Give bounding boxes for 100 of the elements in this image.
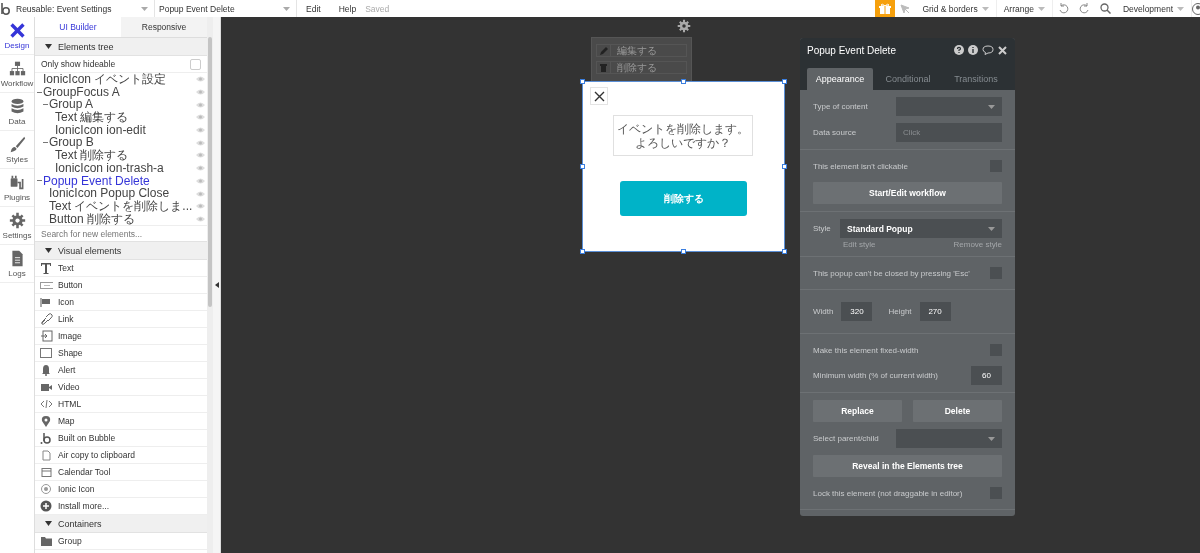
element-item[interactable]: Button xyxy=(35,277,207,295)
editor-tab[interactable]: Transitions xyxy=(943,68,1009,90)
logo-icon[interactable] xyxy=(1,2,11,15)
checkbox[interactable] xyxy=(190,58,201,70)
save-status: Saved xyxy=(365,3,390,14)
pointer-icon[interactable] xyxy=(900,3,911,14)
eye-icon[interactable] xyxy=(196,114,205,121)
element-item[interactable]: Image xyxy=(35,328,207,346)
resize-handle[interactable] xyxy=(580,164,585,169)
eye-icon[interactable] xyxy=(196,165,205,172)
nav-tab[interactable]: Data xyxy=(0,93,34,131)
section-header[interactable]: Elements tree xyxy=(35,38,207,56)
section-header[interactable]: Visual elements xyxy=(35,242,207,261)
tree-item[interactable]: GroupFocus A xyxy=(43,85,120,99)
button-icon xyxy=(40,279,53,292)
tree-item[interactable]: Group A xyxy=(49,98,94,112)
resize-handle[interactable] xyxy=(580,79,585,84)
eye-icon[interactable] xyxy=(196,203,205,210)
nav-tab[interactable]: Styles xyxy=(0,131,34,169)
tree-item[interactable]: IonicIcon イベント設定 xyxy=(43,73,167,86)
element-item[interactable]: Link xyxy=(35,311,207,329)
comment-icon[interactable] xyxy=(982,45,994,55)
element-item[interactable]: HTML xyxy=(35,396,207,414)
eye-icon[interactable] xyxy=(196,76,205,83)
menu-item[interactable]: Edit xyxy=(297,3,330,14)
eye-icon[interactable] xyxy=(196,139,205,146)
search-icon[interactable] xyxy=(1099,3,1111,14)
search-field[interactable]: Search for new elements... xyxy=(35,225,207,243)
popup[interactable]: イベントを削除します。 よろしいですか？ 削除する xyxy=(582,81,785,252)
editor-tab[interactable]: Conditional xyxy=(875,68,941,90)
dropdown-field[interactable] xyxy=(896,97,1002,116)
eye-icon[interactable] xyxy=(196,89,205,96)
tree-item[interactable]: Button 削除する xyxy=(49,212,136,226)
element-item[interactable]: Ionic Icon xyxy=(35,481,207,499)
resize-handle[interactable] xyxy=(681,79,686,84)
element-item[interactable]: Icon xyxy=(35,294,207,312)
tree-item[interactable]: IonicIcon ion-trash-a xyxy=(55,161,164,175)
nav-tab[interactable]: Workflow xyxy=(0,55,34,93)
caret-icon xyxy=(141,6,148,11)
element-item[interactable]: Alert xyxy=(35,362,207,380)
clipboard-icon xyxy=(40,449,53,462)
element-item[interactable]: Air copy to clipboard xyxy=(35,447,207,465)
close-icon[interactable] xyxy=(998,45,1007,55)
tree-item[interactable]: Text イベントを削除しま... xyxy=(49,199,193,213)
element-item[interactable]: Shape xyxy=(35,345,207,363)
nav-tab[interactable]: Settings xyxy=(0,207,34,245)
tree-item[interactable]: Popup Event Delete xyxy=(43,174,150,188)
resize-handle[interactable] xyxy=(782,79,787,84)
settings-icon[interactable] xyxy=(677,19,691,33)
nav-tab[interactable]: Design xyxy=(0,17,34,55)
gift-button[interactable] xyxy=(875,0,896,17)
menu-item[interactable]: Help xyxy=(329,3,366,14)
close-button[interactable] xyxy=(590,87,608,105)
action-button[interactable]: Replace xyxy=(813,400,902,422)
info-icon[interactable] xyxy=(968,45,978,55)
caret-icon xyxy=(988,226,995,231)
tree-item[interactable]: IonicIcon Popup Close xyxy=(49,187,170,200)
redo-icon[interactable] xyxy=(1078,3,1090,14)
help-icon[interactable] xyxy=(954,45,964,55)
style-dropdown[interactable]: Standard Popup xyxy=(840,219,1002,238)
eye-icon[interactable] xyxy=(196,101,205,108)
caret-icon xyxy=(988,436,995,441)
eye-icon[interactable] xyxy=(196,127,205,134)
number-field[interactable]: 270 xyxy=(919,302,951,321)
resize-handle[interactable] xyxy=(782,249,787,254)
element-item[interactable]: Text xyxy=(35,260,207,278)
section-header[interactable]: Containers xyxy=(35,515,207,534)
tree-item[interactable]: Text 編集する xyxy=(55,111,129,124)
scrollbar[interactable] xyxy=(208,37,212,307)
resize-handle[interactable] xyxy=(580,249,585,254)
element-item[interactable]: Calendar Tool xyxy=(35,464,207,482)
number-field[interactable]: 320 xyxy=(841,302,873,321)
eye-icon[interactable] xyxy=(196,152,205,159)
dropdown-field[interactable] xyxy=(896,429,1002,448)
tree-item[interactable]: Text 削除する xyxy=(55,149,129,162)
tree-item[interactable]: Group B xyxy=(49,136,94,150)
eye-icon[interactable] xyxy=(196,177,205,184)
resize-handle[interactable] xyxy=(782,164,787,169)
plug-icon xyxy=(8,173,26,191)
nav-tab[interactable]: Logs xyxy=(0,245,34,283)
element-item[interactable]: Map xyxy=(35,413,207,431)
element-item[interactable]: Group xyxy=(35,533,207,551)
action-button[interactable]: Delete xyxy=(913,400,1002,422)
flag-icon xyxy=(40,296,53,309)
nav-tab[interactable]: Plugins xyxy=(0,169,34,207)
editor-tab[interactable]: Appearance xyxy=(807,68,873,90)
element-item[interactable]: Built on Bubble xyxy=(35,430,207,448)
action-button[interactable]: Start/Edit workflow xyxy=(813,182,1002,204)
resize-handle[interactable] xyxy=(681,249,686,254)
number-field[interactable]: 60 xyxy=(971,366,1002,385)
undo-icon[interactable] xyxy=(1057,3,1069,14)
tree-item[interactable]: IonicIcon ion-edit xyxy=(55,123,146,137)
element-item[interactable]: Video xyxy=(35,379,207,397)
avatar-icon[interactable] xyxy=(1192,2,1200,15)
eye-icon[interactable] xyxy=(196,190,205,197)
caret-icon xyxy=(45,44,52,49)
eye-icon[interactable] xyxy=(196,215,205,222)
panel-tab[interactable]: Responsive xyxy=(121,17,207,38)
settings-icon xyxy=(8,211,26,229)
action-button[interactable]: Reveal in the Elements tree xyxy=(813,455,1002,477)
